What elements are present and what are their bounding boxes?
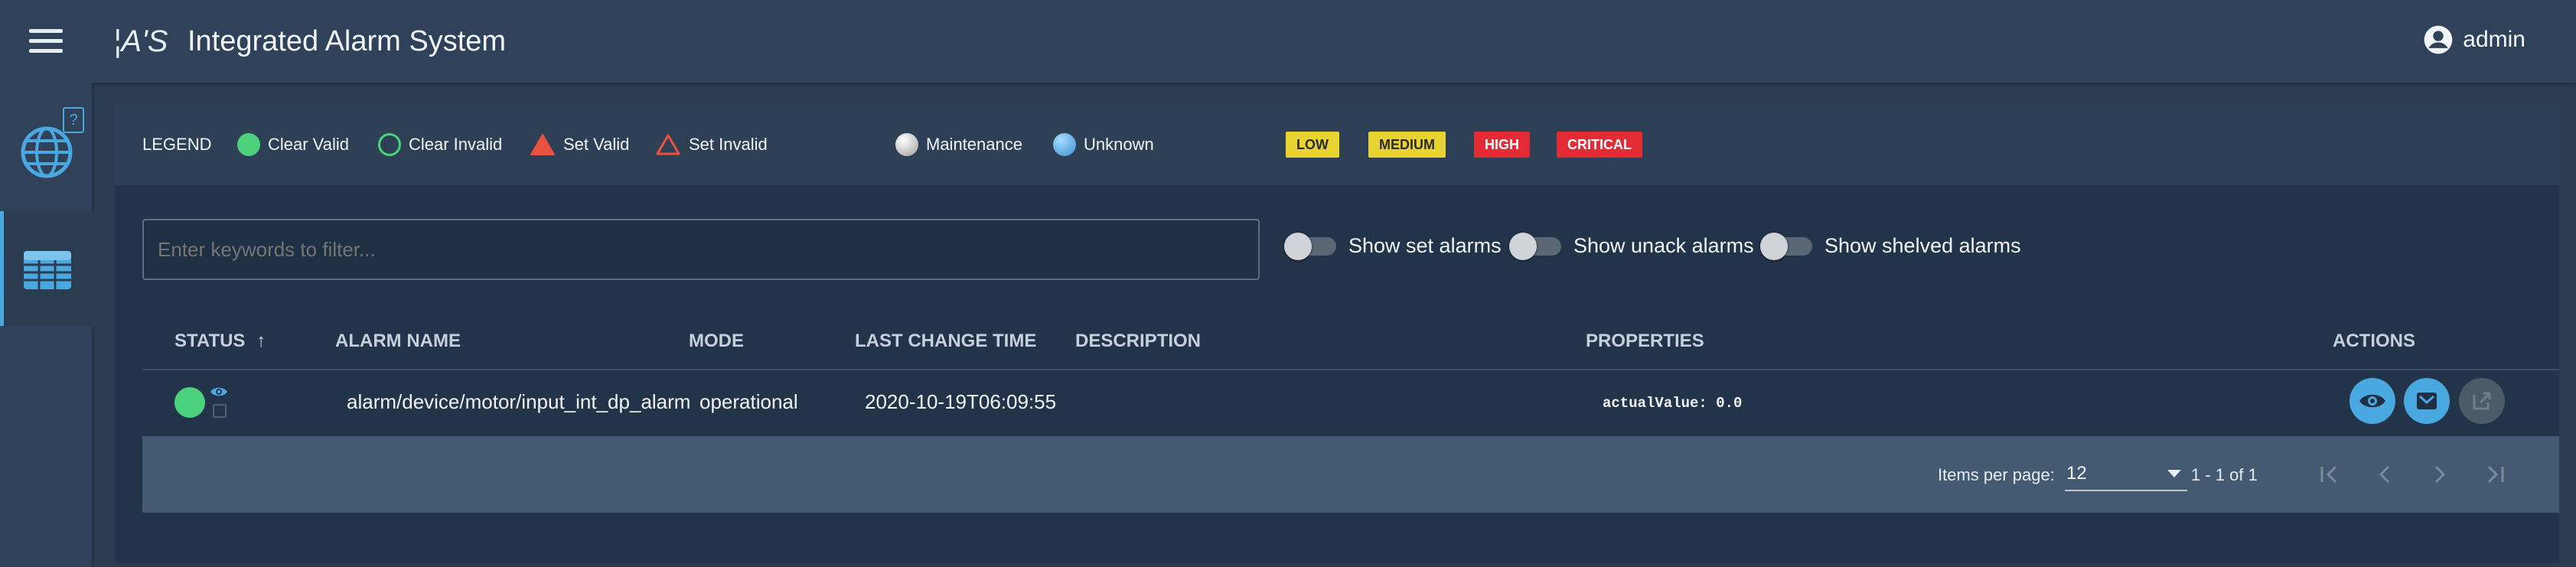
legend-label: Unknown <box>1084 135 1154 154</box>
account-circle-icon <box>2424 25 2453 54</box>
column-header-description: DESCRIPTION <box>1075 331 1202 351</box>
first-page-icon[interactable] <box>2314 459 2345 490</box>
main-panel: LEGEND Clear Valid Clear Invalid Set Val… <box>115 104 2559 563</box>
toggle-label: Show unack alarms <box>1573 234 1754 257</box>
toggle-knob[interactable] <box>1284 232 1312 260</box>
set-invalid-icon <box>656 134 680 155</box>
view-alarm-button[interactable] <box>2349 378 2395 424</box>
toggle-knob[interactable] <box>1509 232 1537 260</box>
items-per-page-value: 12 <box>2066 463 2087 484</box>
clear-valid-icon <box>237 133 260 156</box>
set-valid-icon <box>530 134 555 155</box>
open-external-button[interactable] <box>2459 378 2505 424</box>
menu-icon[interactable] <box>29 29 63 54</box>
alarm-mode: operational <box>699 390 798 413</box>
toggle-track[interactable] <box>1509 232 1561 260</box>
toggle-track[interactable] <box>1760 232 1812 260</box>
next-page-icon[interactable] <box>2424 459 2455 490</box>
priority-low-badge: LOW <box>1286 132 1339 158</box>
toggle-label: Show set alarms <box>1348 234 1502 257</box>
column-header-alarm-name: ALARM NAME <box>335 331 461 351</box>
table-nav-button[interactable] <box>0 211 96 326</box>
show-set-alarms-toggle[interactable]: Show set alarms <box>1284 232 1502 260</box>
alarm-last-change-time: 2020-10-19T06:09:55 <box>865 390 1057 413</box>
top-toolbar: ¦A'S Integrated Alarm System admin <box>0 0 2576 83</box>
legend-bar: LEGEND Clear Valid Clear Invalid Set Val… <box>115 104 2559 185</box>
app-title: Integrated Alarm System <box>187 25 507 57</box>
legend-label: Clear Valid <box>268 135 349 154</box>
show-shelved-alarms-toggle[interactable]: Show shelved alarms <box>1760 232 2021 260</box>
column-header-mode: MODE <box>689 331 744 351</box>
legend-label: Set Valid <box>563 135 630 154</box>
toggle-knob[interactable] <box>1760 232 1788 260</box>
user-name: admin <box>2463 27 2525 52</box>
legend-label: Set Invalid <box>689 135 768 154</box>
acknowledge-alarm-button[interactable] <box>2404 378 2450 424</box>
unknown-icon <box>1053 133 1076 156</box>
column-header-status[interactable]: STATUS ↑ <box>174 331 266 352</box>
legend-maintenance: Maintenance <box>895 133 1022 156</box>
range-label: 1 - 1 of 1 <box>2191 465 2258 484</box>
chevron-down-icon <box>2167 470 2181 477</box>
help-badge: ? <box>63 107 84 133</box>
legend-label: Clear Invalid <box>409 135 503 154</box>
eye-icon <box>210 387 227 396</box>
priority-medium-badge: MEDIUM <box>1368 132 1446 158</box>
toggle-label: Show shelved alarms <box>1824 234 2021 257</box>
legend-label: Maintenance <box>926 135 1022 154</box>
items-per-page-label: Items per page: <box>1938 465 2055 484</box>
shelved-icon <box>213 404 227 418</box>
legend-title: LEGEND <box>142 135 212 154</box>
items-per-page-select[interactable]: 12 <box>2065 459 2187 491</box>
sidebar: ? <box>0 83 96 567</box>
legend-set-valid: Set Valid <box>530 133 629 156</box>
table-icon <box>24 251 71 289</box>
column-header-actions: ACTIONS <box>2333 331 2415 351</box>
column-header-properties: PROPERTIES <box>1586 331 1704 351</box>
clear-valid-status-icon <box>174 387 205 418</box>
clear-invalid-icon <box>378 133 401 156</box>
legend-set-invalid: Set Invalid <box>655 133 768 156</box>
previous-page-icon[interactable] <box>2369 459 2400 490</box>
user-menu[interactable]: admin <box>2423 24 2525 55</box>
table-row[interactable]: alarm/device/motor/input_int_dp_alarm op… <box>142 370 2559 436</box>
column-label: STATUS <box>174 331 246 351</box>
alarm-properties: actualValue: 0.0 <box>1603 395 1743 412</box>
ias-logo: ¦A'S <box>113 24 168 58</box>
priority-critical-badge: CRITICAL <box>1557 132 1642 158</box>
maintenance-icon <box>895 133 918 156</box>
show-unack-alarms-toggle[interactable]: Show unack alarms <box>1509 232 1754 260</box>
filter-input[interactable] <box>142 219 1260 280</box>
external-link-icon <box>2473 392 2491 410</box>
legend-clear-invalid: Clear Invalid <box>378 133 502 156</box>
legend-clear-valid: Clear Valid <box>237 133 349 156</box>
column-header-last-change-time: LAST CHANGE TIME <box>855 331 1037 351</box>
overview-nav-button[interactable]: ? <box>0 83 92 197</box>
alarm-name: alarm/device/motor/input_int_dp_alarm <box>347 390 691 413</box>
legend-unknown: Unknown <box>1053 133 1154 156</box>
globe-icon <box>21 126 73 178</box>
ack-icon <box>2417 393 2437 409</box>
toggle-track[interactable] <box>1284 232 1336 260</box>
sort-ascending-icon: ↑ <box>256 331 266 351</box>
eye-icon <box>2359 394 2385 408</box>
priority-high-badge: HIGH <box>1474 132 1530 158</box>
paginator: Items per page: 12 1 - 1 of 1 <box>142 436 2559 513</box>
last-page-icon[interactable] <box>2480 459 2510 490</box>
